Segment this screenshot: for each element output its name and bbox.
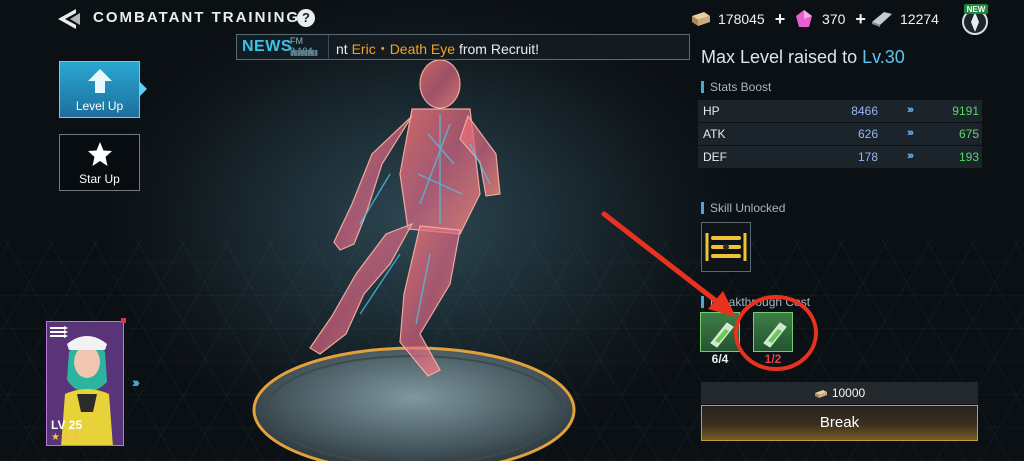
game-screen: COMBATANT TRAINING ? 178045 + 370 + 1227… [0,0,1024,461]
add-gold-button[interactable]: + [775,9,786,30]
stat-row-hp: HP 8466 ››› 9191 [698,100,982,122]
cost-count-2: 1/2 [764,352,782,366]
screen-title: COMBATANT TRAINING [93,9,301,26]
gold-currency: 178045 + [688,8,785,30]
tab-star-up-label: Star Up [79,172,120,186]
arrow-up-icon [88,69,112,93]
help-icon[interactable]: ? [297,9,315,27]
stat-arrow: ››› [907,127,914,139]
silver-currency: 12274 [870,8,939,30]
news-ticker[interactable]: NEWS FM 9.104 ▮▮▮▮▮▮▮▮ nt Eric・Death Eye… [236,34,690,60]
silver-amount: 12274 [900,11,939,27]
max-level-text: Max Level raised to Lv.30 [701,47,905,68]
new-badge: NEW [967,5,986,14]
stat-arrow: ››› [907,150,914,162]
character-card[interactable]: LV 25 ★★★ [46,321,124,446]
pink-gem-icon [796,10,812,27]
star-icon [88,142,112,166]
stat-name: ATK [703,127,726,141]
stat-new-value: 193 [958,150,979,164]
notification-dot [121,318,126,323]
tab-level-up-label: Level Up [75,99,124,113]
hologram-character-figure [309,59,501,377]
stat-new-value: 9191 [952,104,979,118]
stats-boost-title: Stats Boost [701,80,771,94]
tab-star-up[interactable]: Star Up [59,134,140,191]
gold-bar-icon [692,12,710,26]
gold-bar-icon [814,389,827,398]
max-level-prefix: Max Level raised to [701,47,863,67]
character-level: LV 25 [51,418,83,432]
skill-icon [705,233,747,261]
price-amount: 10000 [831,386,866,400]
silver-bar-icon [872,12,892,27]
stat-row-atk: ATK 626 ››› 675 [698,123,982,145]
tab-level-up[interactable]: Level Up [59,61,140,118]
gold-amount: 178045 [718,11,765,27]
stat-name: DEF [703,150,727,164]
skill-slot[interactable] [701,222,751,272]
cost-item-2[interactable] [753,312,793,352]
tab-pointer [140,82,147,96]
compass-icon[interactable]: NEW [958,4,992,36]
gem-currency: 370 + [792,8,866,30]
stat-row-def: DEF 178 ››› 193 [698,146,982,168]
add-gem-button[interactable]: + [855,9,866,30]
news-message-post: from Recruit! [455,41,540,57]
news-label: NEWS [242,38,292,55]
break-price: 10000 [701,382,978,404]
chevrons-indicator: ››› [132,374,140,390]
stat-old-value: 626 [857,127,878,141]
green-vial-icon [710,322,734,348]
news-signal-bars: ▮▮▮▮▮▮▮▮ [290,48,318,57]
top-bar: COMBATANT TRAINING ? 178045 + 370 + 1227… [0,0,1024,38]
gem-amount: 370 [822,11,846,27]
stat-arrow: ››› [907,104,914,116]
break-button[interactable]: Break [701,405,978,441]
role-icon [50,326,68,338]
cost-count-1: 6/4 [711,352,729,366]
stat-old-value: 8466 [851,104,878,118]
stat-name: HP [703,104,720,118]
back-arrow-icon[interactable] [56,8,82,30]
max-level-value: Lv.30 [862,47,905,67]
stat-new-value: 675 [958,127,979,141]
news-highlight: Eric・Death Eye [351,41,456,57]
news-message-pre: nt [336,41,352,57]
skill-unlocked-title: Skill Unlocked [701,201,785,215]
character-stars: ★★★ [51,432,81,443]
news-message: nt Eric・Death Eye from Recruit! [336,39,539,59]
breakthrough-cost-title: Breakthrough Cost [701,295,810,309]
cost-item-1[interactable] [700,312,740,352]
green-vial-icon [763,322,787,348]
news-tag: NEWS FM 9.104 ▮▮▮▮▮▮▮▮ [237,35,329,59]
stat-old-value: 178 [857,150,878,164]
